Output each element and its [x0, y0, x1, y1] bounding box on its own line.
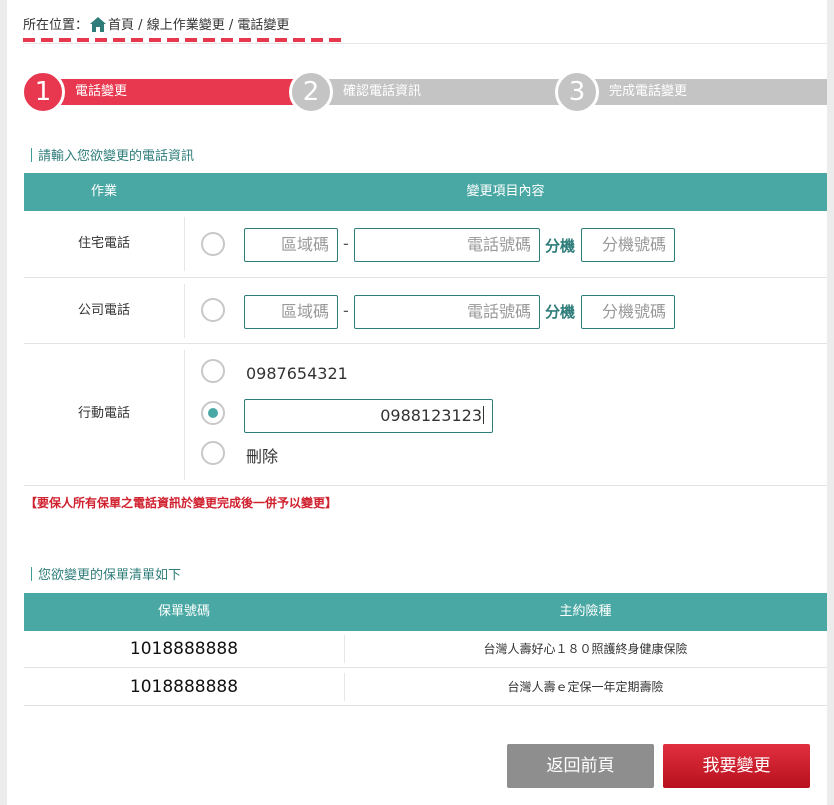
step-2-number: 2	[289, 70, 333, 114]
mobile-new-number-value: 0988123123	[380, 406, 482, 425]
step-3-label: 完成電話變更	[609, 84, 688, 99]
phone-section-heading: 請輸入您欲變更的電話資訊	[31, 145, 194, 164]
mobile-delete-radio[interactable]	[201, 441, 225, 465]
notice-text: 【要保人所有保單之電話資訊於變更完成後一併予以變更】	[25, 496, 338, 510]
mobile-current-number: 0987654321	[246, 364, 348, 383]
breadcrumb-separator: /	[224, 18, 238, 33]
policy-section-heading: 您欲變更的保單清單如下	[31, 564, 181, 583]
breadcrumb-underline	[23, 38, 341, 42]
home-area-code-input[interactable]: 區域碼	[244, 228, 338, 262]
back-button[interactable]: 返回前頁	[507, 744, 654, 788]
column-divider	[184, 217, 185, 271]
policy-product: 台灣人壽好心１８０照護終身健康保險	[483, 642, 688, 656]
mobile-delete-label: 刪除	[246, 447, 279, 466]
mobile-current-radio[interactable]	[201, 359, 225, 383]
submit-change-button[interactable]: 我要變更	[663, 744, 810, 788]
home-number-input[interactable]: 電話號碼	[354, 228, 540, 262]
col-product-header: 主約險種	[559, 604, 612, 619]
page: 所在位置： 首頁 / 線上作業變更 / 電話變更 1 2 3 電話變更 確認電話資…	[7, 0, 827, 805]
col-policy-number-header: 保單號碼	[157, 604, 210, 619]
home-phone-label: 住宅電話	[77, 236, 130, 251]
breadcrumb: 所在位置： 首頁 / 線上作業變更 / 電話變更	[23, 14, 289, 36]
mobile-new-radio[interactable]	[201, 401, 225, 425]
breadcrumb-prefix: 所在位置：	[23, 18, 89, 33]
breadcrumb-home-link[interactable]: 首頁	[108, 18, 134, 33]
breadcrumb-separator: /	[134, 18, 147, 33]
ext-label: 分機	[545, 237, 576, 255]
table-row: 1018888888 台灣人壽ｅ定保一年定期壽險	[24, 669, 827, 706]
column-divider	[184, 350, 185, 480]
dash-separator: -	[343, 301, 349, 320]
home-ext-input[interactable]: 分機號碼	[581, 228, 675, 262]
progress-steps: 1 2 3 電話變更 確認電話資訊 完成電話變更	[21, 70, 827, 114]
office-phone-label: 公司電話	[77, 303, 130, 318]
office-number-input[interactable]: 電話號碼	[354, 295, 540, 329]
policy-number: 1018888888	[129, 677, 239, 697]
breadcrumb-level1[interactable]: 線上作業變更	[147, 18, 225, 33]
col-content-header: 變更項目內容	[466, 184, 545, 199]
office-ext-input[interactable]: 分機號碼	[581, 295, 675, 329]
office-phone-radio[interactable]	[201, 298, 225, 322]
policy-product: 台灣人壽ｅ定保一年定期壽險	[507, 680, 664, 694]
policy-table-header: 保單號碼 主約險種	[24, 593, 827, 631]
column-divider	[184, 284, 185, 338]
table-row: 1018888888 台灣人壽好心１８０照護終身健康保險	[24, 631, 827, 668]
policy-number: 1018888888	[129, 639, 239, 659]
phone-table-header: 作業 變更項目內容	[24, 173, 827, 211]
mobile-phone-row: 行動電話 0987654321 0988123123 刪除	[24, 344, 827, 486]
divider	[23, 43, 827, 44]
breadcrumb-current: 電話變更	[237, 18, 290, 33]
step-1-label: 電話變更	[75, 84, 128, 99]
step-1-number: 1	[21, 70, 65, 114]
text-caret	[483, 406, 484, 424]
home-icon[interactable]	[90, 17, 107, 36]
col-task-header: 作業	[90, 184, 117, 199]
home-phone-radio[interactable]	[201, 232, 225, 256]
mobile-phone-label: 行動電話	[77, 406, 130, 421]
ext-label: 分機	[545, 303, 576, 321]
mobile-new-number-input[interactable]: 0988123123	[244, 399, 493, 433]
office-phone-row: 公司電話 區域碼 - 電話號碼 分機 分機號碼	[24, 278, 827, 344]
dash-separator: -	[343, 234, 349, 253]
step-2-label: 確認電話資訊	[343, 84, 422, 99]
office-area-code-input[interactable]: 區域碼	[244, 295, 338, 329]
home-phone-row: 住宅電話 區域碼 - 電話號碼 分機 分機號碼	[24, 211, 827, 278]
step-3-number: 3	[555, 70, 599, 114]
